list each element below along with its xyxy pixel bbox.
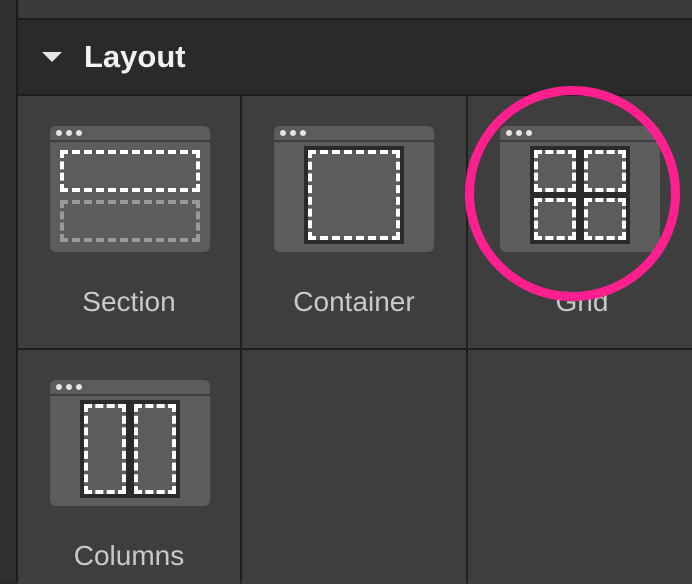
left-rail xyxy=(0,0,18,582)
window-dots-icon xyxy=(280,130,306,136)
window-titlebar xyxy=(500,126,660,142)
columns-preview xyxy=(50,396,210,506)
container-icon xyxy=(274,126,434,252)
window-dots-icon xyxy=(56,384,82,390)
empty-cell xyxy=(468,350,692,584)
empty-cell xyxy=(242,350,466,584)
layout-item-label: Grid xyxy=(555,286,609,317)
section-preview xyxy=(50,142,210,252)
layout-item-label: Section xyxy=(82,286,176,317)
layout-item-section[interactable]: Section xyxy=(18,96,240,348)
layout-item-label: Columns xyxy=(73,540,185,571)
grid-preview xyxy=(500,142,660,252)
section-title: Layout xyxy=(84,39,186,74)
section-icon xyxy=(50,126,210,252)
window-titlebar xyxy=(50,126,210,142)
layout-section-header[interactable]: Layout xyxy=(18,20,692,96)
layout-grid: Section Container Grid Columns xyxy=(18,96,692,584)
window-titlebar xyxy=(274,126,434,142)
layout-item-grid[interactable]: Grid xyxy=(468,96,692,348)
caret-down-icon xyxy=(42,52,62,62)
window-dots-icon xyxy=(56,130,82,136)
columns-icon xyxy=(50,380,210,506)
layout-item-label: Container xyxy=(293,286,415,317)
layout-item-columns[interactable]: Columns xyxy=(18,350,240,584)
container-preview xyxy=(274,142,434,252)
window-dots-icon xyxy=(506,130,532,136)
grid-icon xyxy=(500,126,660,252)
window-titlebar xyxy=(50,380,210,396)
panel-top-strip xyxy=(18,0,692,20)
layout-item-container[interactable]: Container xyxy=(242,96,466,348)
